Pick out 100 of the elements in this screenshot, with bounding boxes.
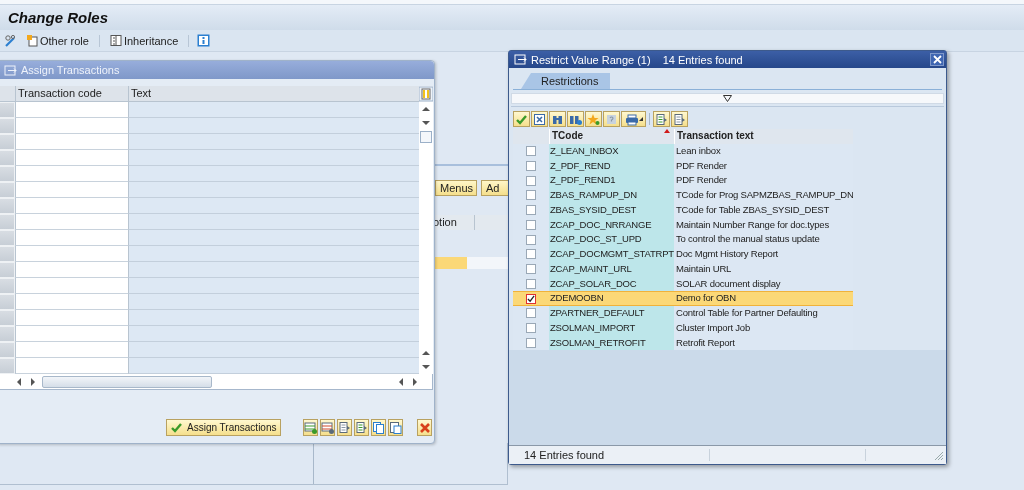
table-cell[interactable]: ZCAP_DOC_ST_UPD <box>549 232 674 247</box>
entries-count: 14 Entries found <box>662 53 743 66</box>
table-cell[interactable]: ZCAP_DOCMGMT_STATRPT <box>549 247 674 262</box>
list-export-icon <box>354 421 368 434</box>
input-field[interactable] <box>15 246 128 262</box>
checkbox[interactable] <box>526 278 536 289</box>
dialog-title: Assign Transactions <box>21 64 120 76</box>
star-icon <box>587 112 600 126</box>
dialog-icon <box>4 63 17 77</box>
resize-grip-icon[interactable] <box>933 449 944 461</box>
input-field[interactable] <box>15 294 128 310</box>
cancel-icon <box>533 112 546 126</box>
checkbox[interactable] <box>526 234 536 245</box>
check-button[interactable] <box>513 111 530 127</box>
checkbox[interactable] <box>526 249 536 260</box>
toolbar-button[interactable]: Inheritance <box>107 34 181 47</box>
close-button[interactable] <box>416 419 432 436</box>
binoculars-button[interactable] <box>549 111 566 127</box>
checkbox[interactable] <box>526 190 536 201</box>
paste-button[interactable] <box>387 419 403 436</box>
row-selector[interactable] <box>0 86 15 102</box>
checkbox[interactable] <box>526 160 536 171</box>
table-cell[interactable]: Z_PDF_REND1 <box>549 173 674 188</box>
paste-icon <box>388 421 402 434</box>
input-field[interactable] <box>15 182 128 198</box>
check-icon <box>170 421 183 434</box>
help-button[interactable] <box>603 111 620 127</box>
help-icon <box>605 112 618 126</box>
column-header[interactable]: Transaction text <box>674 129 853 144</box>
checkbox[interactable] <box>526 293 536 304</box>
glasses-pen-icon[interactable] <box>4 33 18 48</box>
table-cell[interactable]: ZDEMOOBN <box>549 291 674 306</box>
input-field[interactable] <box>15 310 128 326</box>
input-field[interactable] <box>15 166 128 182</box>
close-icon <box>417 421 431 434</box>
cancel-button[interactable] <box>531 111 548 127</box>
star-button[interactable] <box>585 111 602 127</box>
column-header[interactable] <box>475 215 510 230</box>
input-field[interactable] <box>15 262 128 278</box>
column-header[interactable]: TCode <box>549 129 674 144</box>
input-field[interactable] <box>15 342 128 358</box>
list-export-icon <box>673 112 686 126</box>
menu-button[interactable]: Menus <box>435 180 477 196</box>
checkbox[interactable] <box>526 146 536 157</box>
info-icon[interactable] <box>197 34 211 47</box>
close-button[interactable] <box>930 53 944 66</box>
input-field[interactable] <box>15 326 128 342</box>
dropdown-icon <box>638 117 643 121</box>
input-field[interactable] <box>15 102 128 118</box>
delete-row-button[interactable] <box>319 419 335 436</box>
list-export-button[interactable] <box>671 111 688 127</box>
tab[interactable]: Restrictions <box>521 73 611 89</box>
input-field[interactable] <box>15 214 128 230</box>
list-export-button[interactable] <box>336 419 352 436</box>
column-header[interactable]: Text <box>128 86 419 102</box>
list-export-icon <box>655 112 668 126</box>
table-cell[interactable]: TCode for Prog SAPMZBAS_RAMPUP_DN <box>674 188 853 203</box>
window-title: Change Roles <box>8 9 109 26</box>
toolbar-button[interactable]: Other role <box>24 34 91 47</box>
close-icon <box>932 55 942 64</box>
checkbox[interactable] <box>526 308 536 319</box>
checkbox[interactable] <box>526 264 536 275</box>
checkbox[interactable] <box>526 337 536 348</box>
checkbox[interactable] <box>526 323 536 334</box>
input-field[interactable] <box>15 118 128 134</box>
table-cell[interactable]: Demo for OBN <box>674 291 853 306</box>
column-header[interactable]: Transaction code <box>15 86 128 102</box>
input-field[interactable] <box>15 134 128 150</box>
scroll-thumb[interactable] <box>419 130 433 144</box>
documents-icon <box>26 34 38 47</box>
selected-row <box>435 257 467 269</box>
list-export-icon <box>337 421 351 434</box>
printer-button[interactable] <box>621 111 646 127</box>
status-text: 14 Entries found <box>524 449 606 461</box>
list-export-button[interactable] <box>653 111 670 127</box>
list-export-button[interactable] <box>353 419 369 436</box>
table-cell[interactable]: ZPARTNER_DEFAULT <box>549 306 674 321</box>
input-field[interactable] <box>15 230 128 246</box>
input-field[interactable] <box>15 198 128 214</box>
add-row-icon <box>303 421 317 434</box>
collapse-icon[interactable] <box>723 95 732 102</box>
binoculars-plus-button[interactable] <box>567 111 584 127</box>
printer-icon <box>624 112 638 126</box>
checkbox[interactable] <box>526 175 536 186</box>
assign-button[interactable]: Assign Transactions <box>166 419 281 436</box>
scroll-thumb[interactable] <box>42 375 212 388</box>
add-row-button[interactable] <box>302 419 318 436</box>
delete-row-icon <box>320 421 334 434</box>
checkbox[interactable] <box>526 205 536 216</box>
list-icon <box>109 34 122 47</box>
copy-icon <box>371 421 385 434</box>
table-cell[interactable]: ZBAS_RAMPUP_DN <box>549 188 674 203</box>
dialog-title: Restrict Value Range (1) <box>531 53 651 66</box>
input-field[interactable] <box>15 150 128 166</box>
table-row <box>467 257 510 269</box>
input-field[interactable] <box>15 358 128 374</box>
dialog-icon <box>514 53 527 66</box>
input-field[interactable] <box>15 278 128 294</box>
copy-button[interactable] <box>370 419 386 436</box>
checkbox[interactable] <box>526 219 536 230</box>
